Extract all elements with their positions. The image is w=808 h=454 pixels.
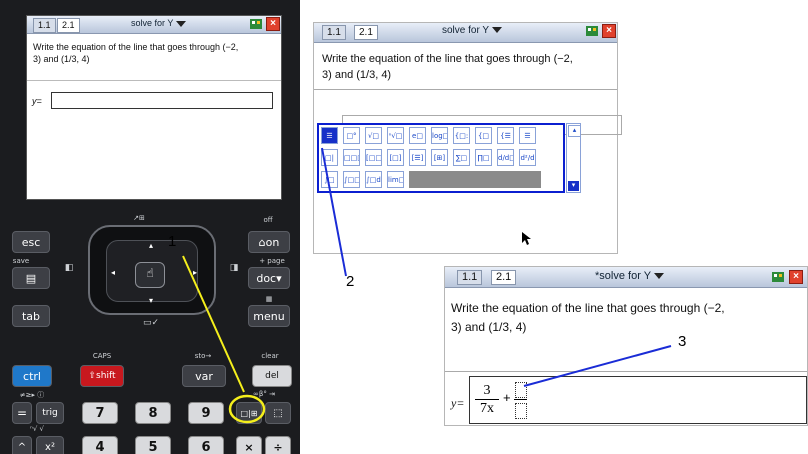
annotation-overlay bbox=[182, 147, 672, 424]
template-key-highlight bbox=[228, 394, 266, 424]
callout-1-leader bbox=[182, 255, 245, 393]
callout-3-leader bbox=[523, 345, 672, 387]
callout-2-leader bbox=[321, 147, 347, 277]
callout-2-label: 2 bbox=[346, 273, 355, 290]
callout-3-label: 3 bbox=[678, 333, 687, 350]
callout-1-label: 1 bbox=[168, 233, 177, 250]
